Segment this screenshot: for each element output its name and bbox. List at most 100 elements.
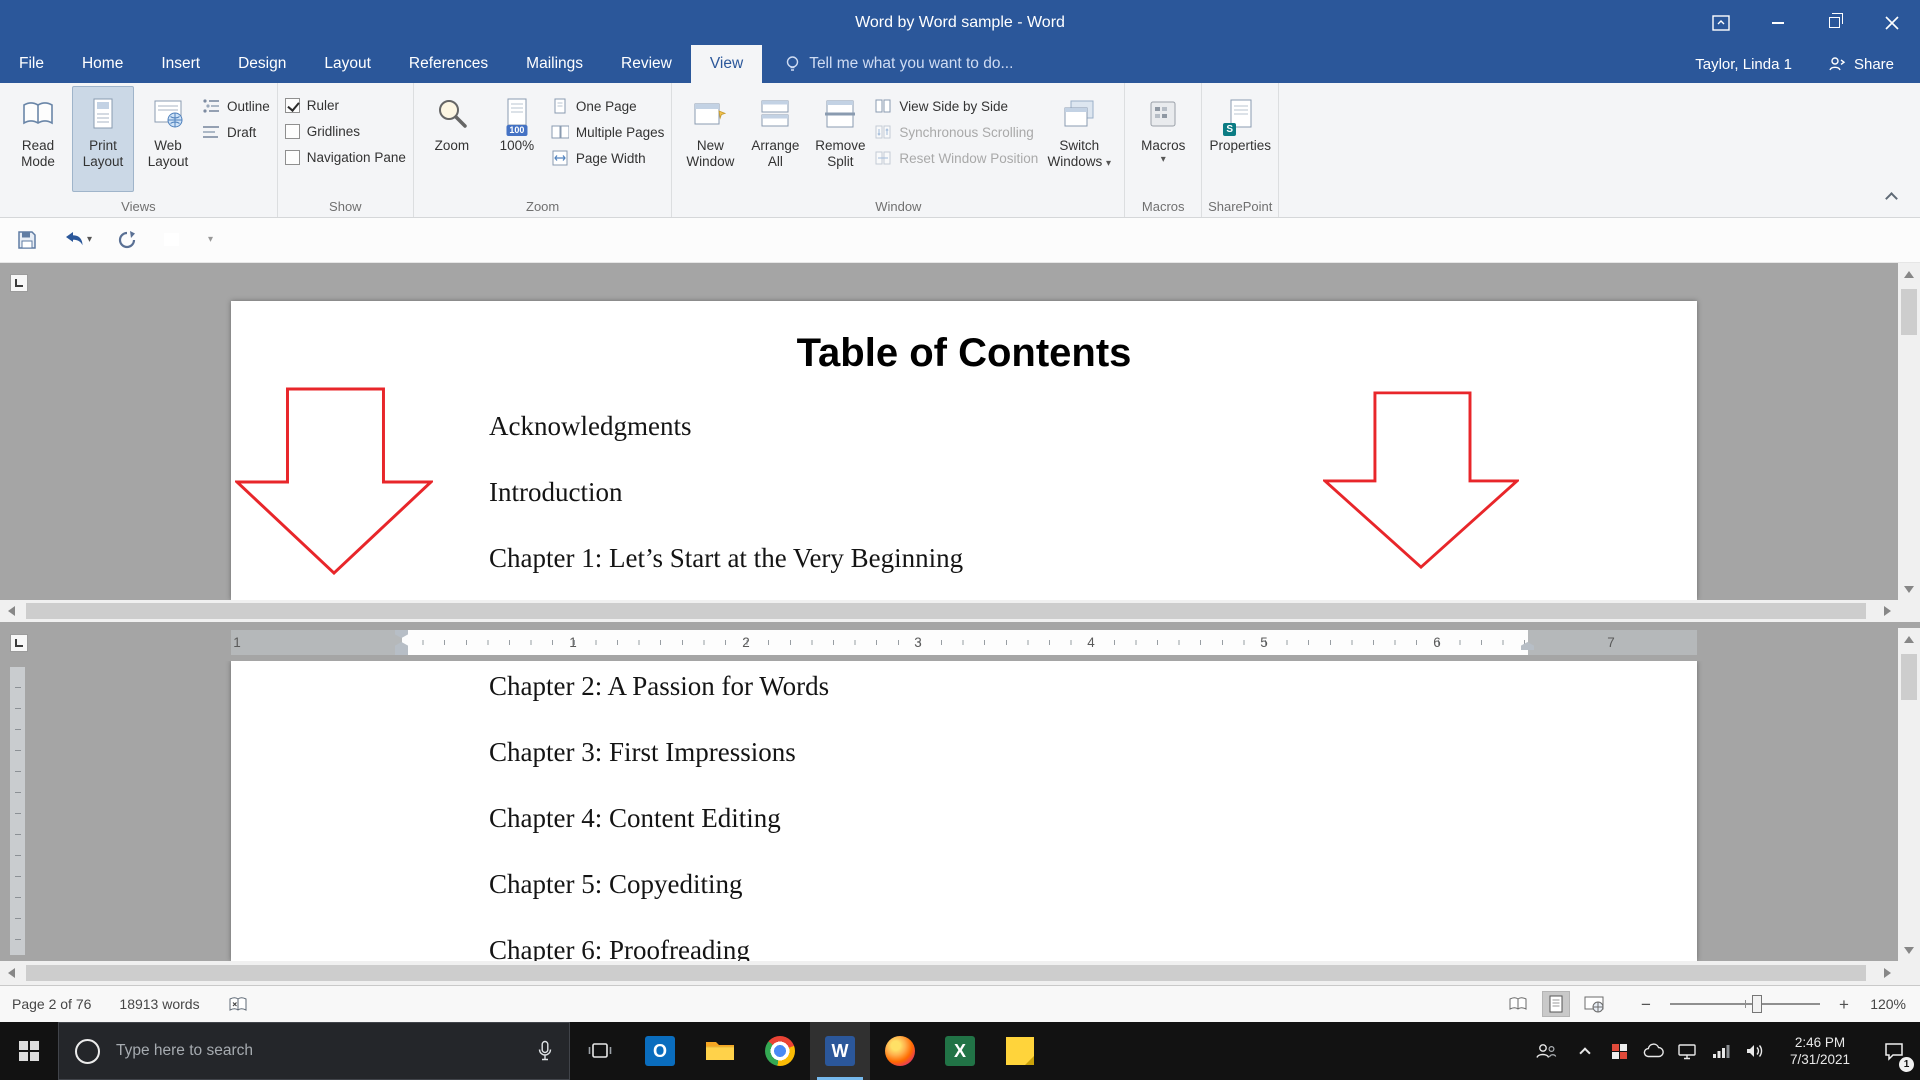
toc-entry[interactable]: Chapter 2: A Passion for Words bbox=[489, 671, 829, 702]
tab-stop-selector-top[interactable] bbox=[10, 274, 28, 292]
ruler-checkbox[interactable] bbox=[284, 98, 300, 113]
tab-review[interactable]: Review bbox=[602, 45, 691, 83]
horizontal-ruler[interactable]: 1 1 2 3 4 5 6 7 bbox=[231, 630, 1697, 655]
outline-button[interactable]: Outline bbox=[202, 98, 270, 114]
redo-button[interactable] bbox=[116, 230, 138, 250]
zoom-in-button[interactable]: + bbox=[1836, 996, 1852, 1013]
undo-caret-icon[interactable]: ▾ bbox=[87, 234, 92, 246]
gridlines-checkbox-row[interactable]: Gridlines bbox=[284, 124, 406, 139]
scroll-up-button[interactable] bbox=[1898, 628, 1920, 650]
document-pane-bottom[interactable]: Chapter 2: A Passion for Words Chapter 3… bbox=[0, 661, 1898, 961]
ribbon-display-options-button[interactable] bbox=[1692, 0, 1749, 45]
taskbar-app-outlook[interactable]: O bbox=[630, 1022, 690, 1080]
page-width-button[interactable]: Page Width bbox=[551, 150, 665, 166]
toc-entry[interactable]: Chapter 6: Proofreading bbox=[489, 935, 750, 961]
tab-layout[interactable]: Layout bbox=[305, 45, 390, 83]
zoom-button[interactable]: Zoom bbox=[421, 86, 483, 192]
zoom-slider-thumb[interactable] bbox=[1752, 995, 1762, 1013]
onedrive-button[interactable] bbox=[1636, 1022, 1670, 1080]
switch-windows-button[interactable]: Switch Windows ▾ bbox=[1041, 86, 1117, 192]
taskbar-app-excel[interactable]: X bbox=[930, 1022, 990, 1080]
undo-button[interactable]: ▾ bbox=[62, 230, 92, 250]
split-bar-ruler-row[interactable]: 1 1 2 3 4 5 6 7 bbox=[0, 622, 1920, 661]
taskbar-app-chrome[interactable] bbox=[750, 1022, 810, 1080]
tab-stop-selector-bottom[interactable] bbox=[10, 634, 28, 652]
vertical-ruler[interactable] bbox=[10, 667, 25, 955]
qat-overflow-caret-icon[interactable]: ▾ bbox=[208, 234, 213, 246]
tab-design[interactable]: Design bbox=[219, 45, 305, 83]
scroll-right-button[interactable] bbox=[1876, 962, 1898, 984]
document-heading[interactable]: Table of Contents bbox=[231, 331, 1697, 376]
zoom-percentage[interactable]: 120% bbox=[1862, 996, 1906, 1012]
microphone-icon[interactable] bbox=[537, 1040, 553, 1062]
red-down-arrow-shape-right[interactable] bbox=[1323, 391, 1519, 569]
toc-entry[interactable]: Chapter 4: Content Editing bbox=[489, 803, 781, 834]
scroll-down-button[interactable] bbox=[1898, 939, 1920, 961]
close-button[interactable] bbox=[1863, 0, 1920, 45]
vertical-scrollbar-top-pane[interactable] bbox=[1898, 263, 1920, 600]
properties-button[interactable]: S Properties bbox=[1209, 86, 1271, 192]
share-button[interactable]: Share bbox=[1828, 56, 1894, 73]
multiple-pages-button[interactable]: Multiple Pages bbox=[551, 124, 664, 140]
navigation-pane-checkbox-row[interactable]: Navigation Pane bbox=[284, 150, 406, 165]
toc-entry[interactable]: Chapter 3: First Impressions bbox=[489, 737, 796, 768]
one-page-button[interactable]: One Page bbox=[551, 98, 665, 114]
gridlines-checkbox[interactable] bbox=[284, 124, 300, 139]
navigation-pane-checkbox[interactable] bbox=[284, 150, 300, 165]
taskbar-search[interactable]: Type here to search bbox=[58, 1022, 570, 1080]
tab-home[interactable]: Home bbox=[63, 45, 142, 83]
taskbar-app-firefox[interactable] bbox=[870, 1022, 930, 1080]
toc-entry[interactable]: Acknowledgments bbox=[489, 411, 691, 442]
taskbar-app-sticky-notes[interactable] bbox=[990, 1022, 1050, 1080]
remove-split-button[interactable]: Remove Split bbox=[809, 86, 871, 192]
taskbar-clock[interactable]: 2:46 PM 7/31/2021 bbox=[1772, 1022, 1868, 1080]
network-button[interactable] bbox=[1704, 1022, 1738, 1080]
document-page-bottom[interactable]: Chapter 2: A Passion for Words Chapter 3… bbox=[231, 661, 1697, 961]
web-layout-button[interactable]: Web Layout bbox=[137, 86, 199, 192]
print-layout-button[interactable]: Print Layout bbox=[72, 86, 134, 192]
print-layout-view-button[interactable] bbox=[1542, 991, 1570, 1017]
document-page-top[interactable]: Table of Contents Acknowledgments Introd… bbox=[231, 301, 1697, 600]
view-side-by-side-button[interactable]: View Side by Side bbox=[874, 98, 1038, 114]
left-indent-marker[interactable] bbox=[395, 650, 408, 655]
draft-button[interactable]: Draft bbox=[202, 124, 270, 140]
read-mode-view-button[interactable] bbox=[1504, 991, 1532, 1017]
zoom-100-button[interactable]: 100 100% bbox=[486, 86, 548, 192]
taskbar-app-file-explorer[interactable] bbox=[690, 1022, 750, 1080]
start-button[interactable] bbox=[0, 1022, 58, 1080]
scrollbar-thumb[interactable] bbox=[26, 965, 1866, 981]
document-pane-top[interactable]: Table of Contents Acknowledgments Introd… bbox=[0, 263, 1898, 600]
task-view-button[interactable] bbox=[570, 1022, 630, 1080]
tray-app-button[interactable] bbox=[1602, 1022, 1636, 1080]
toc-entry[interactable]: Chapter 1: Let’s Start at the Very Begin… bbox=[489, 543, 963, 574]
scrollbar-thumb[interactable] bbox=[1901, 654, 1917, 700]
tab-insert[interactable]: Insert bbox=[142, 45, 219, 83]
vertical-scrollbar-bottom-pane[interactable] bbox=[1898, 628, 1920, 961]
tell-me-box[interactable]: Tell me what you want to do... bbox=[774, 45, 1023, 83]
tab-mailings[interactable]: Mailings bbox=[507, 45, 602, 83]
scroll-down-button[interactable] bbox=[1898, 578, 1920, 600]
volume-button[interactable] bbox=[1738, 1022, 1772, 1080]
new-window-button[interactable]: New Window bbox=[679, 86, 741, 192]
restore-button[interactable] bbox=[1806, 0, 1863, 45]
arrange-all-button[interactable]: Arrange All bbox=[744, 86, 806, 192]
word-count[interactable]: 18913 words bbox=[119, 996, 199, 1012]
scrollbar-thumb[interactable] bbox=[1901, 289, 1917, 335]
toc-entry[interactable]: Introduction bbox=[489, 477, 622, 508]
tab-references[interactable]: References bbox=[390, 45, 507, 83]
horizontal-scrollbar-bottom-pane[interactable] bbox=[0, 961, 1920, 985]
scroll-right-button[interactable] bbox=[1876, 600, 1898, 622]
collapse-ribbon-button[interactable] bbox=[1885, 192, 1898, 205]
proofing-errors-button[interactable] bbox=[228, 996, 248, 1012]
display-tray-button[interactable] bbox=[1670, 1022, 1704, 1080]
tab-view[interactable]: View bbox=[690, 45, 763, 83]
read-mode-button[interactable]: Read Mode bbox=[7, 86, 69, 192]
scroll-left-button[interactable] bbox=[0, 962, 22, 984]
tab-file[interactable]: File bbox=[0, 45, 63, 83]
scrollbar-thumb[interactable] bbox=[26, 603, 1866, 619]
taskbar-app-word[interactable]: W bbox=[810, 1022, 870, 1080]
page-indicator[interactable]: Page 2 of 76 bbox=[12, 996, 91, 1012]
toc-entry[interactable]: Chapter 5: Copyediting bbox=[489, 869, 742, 900]
minimize-button[interactable] bbox=[1749, 0, 1806, 45]
web-layout-view-button[interactable] bbox=[1580, 991, 1608, 1017]
